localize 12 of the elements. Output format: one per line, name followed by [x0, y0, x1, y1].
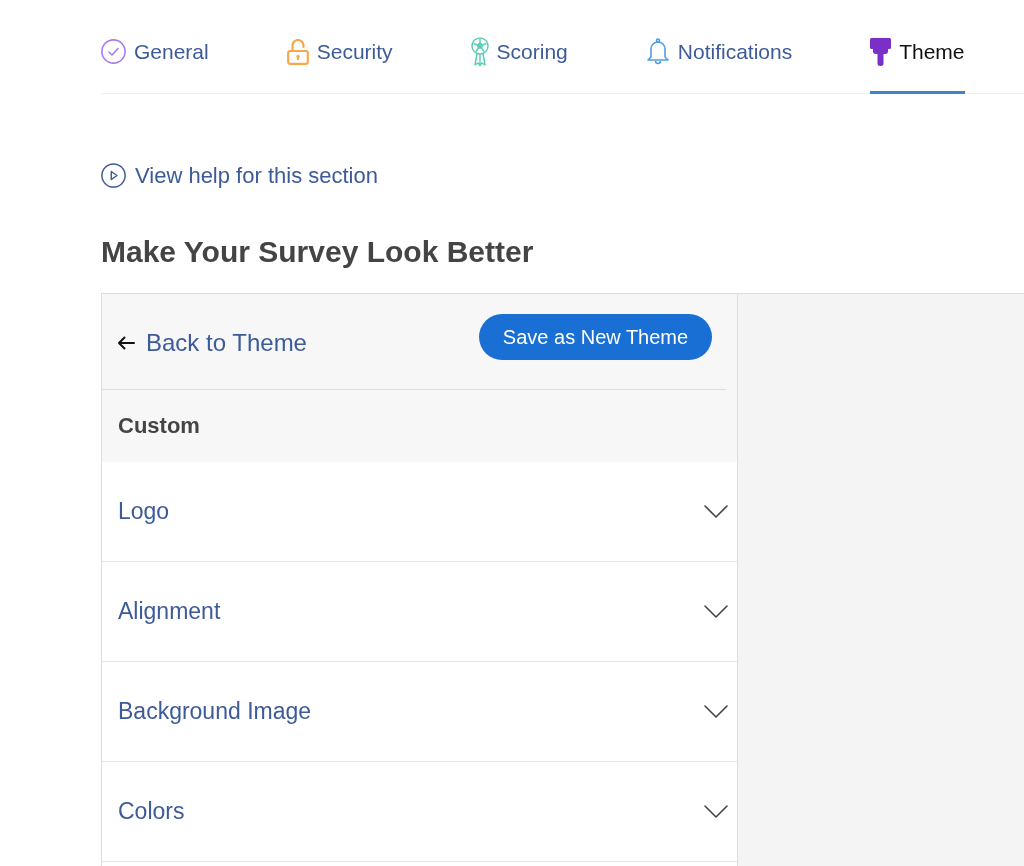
tab[interactable]: Scoring	[470, 0, 568, 94]
tab[interactable]: Security	[286, 0, 393, 94]
page-heading: Make Your Survey Look Better	[101, 234, 534, 269]
tab[interactable]: General	[101, 0, 209, 94]
help-link[interactable]: View help for this section	[101, 162, 378, 189]
play-circle-icon	[101, 163, 126, 188]
back-link[interactable]: Back to Theme	[117, 329, 307, 356]
tab[interactable]: Theme	[870, 0, 965, 94]
save-as-new-theme-button[interactable]: Save as New Theme	[479, 313, 712, 360]
arrow-left-icon	[117, 335, 135, 350]
tab[interactable]: Notifications	[645, 0, 793, 94]
section-title: Custom	[118, 412, 200, 440]
